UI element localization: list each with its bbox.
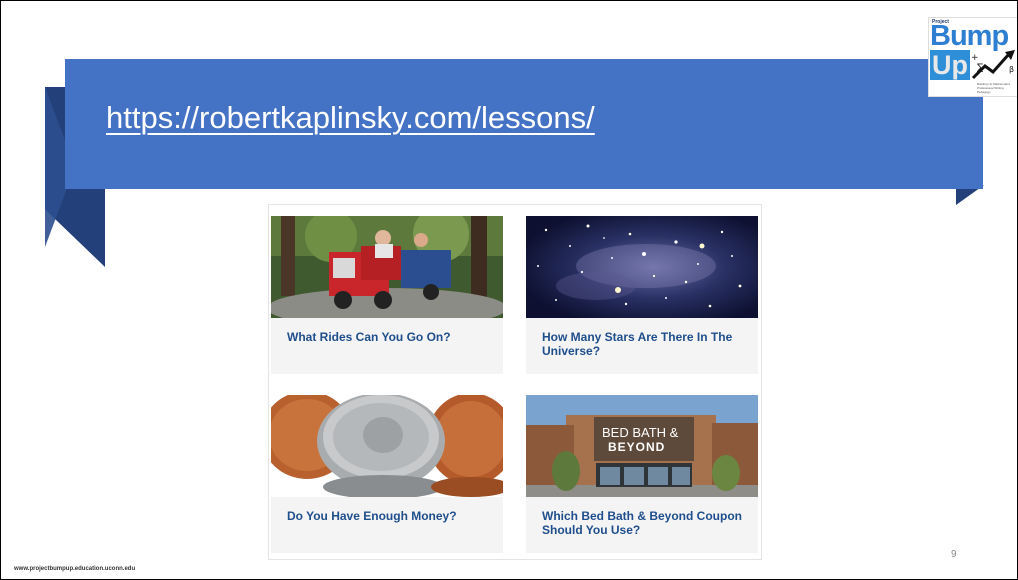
lesson-card-rides[interactable]: What Rides Can You Go On? <box>271 216 503 374</box>
svg-text:β: β <box>1009 65 1014 74</box>
slide: https://robertkaplinsky.com/lessons/ Bum… <box>0 0 1018 580</box>
star-field-photo <box>526 216 758 318</box>
footer-website: www.projectbumpup.education.uconn.edu <box>14 566 136 572</box>
lesson-card-stars[interactable]: How Many Stars Are There In The Universe… <box>526 216 758 374</box>
lessons-url-link[interactable]: https://robertkaplinsky.com/lessons/ <box>106 100 595 136</box>
logo-project-text: Project <box>932 19 949 25</box>
slide-page-number: 9 <box>951 549 957 560</box>
logo-growth-arrow-icon: + ∑ β <box>971 50 1015 80</box>
store-sign-line1: BED BATH & <box>602 425 679 440</box>
logo-word-up: Up <box>930 50 970 80</box>
bed-bath-beyond-store-photo: BED BATH & BEYOND <box>526 395 758 497</box>
svg-text:+: + <box>971 53 979 63</box>
lesson-title: How Many Stars Are There In The Universe… <box>542 330 733 358</box>
coins-photo <box>271 395 503 497</box>
lesson-card-money[interactable]: Do You Have Enough Money? <box>271 395 503 553</box>
store-sign-line2: BEYOND <box>608 440 666 454</box>
lesson-title: Which Bed Bath & Beyond Coupon Should Yo… <box>542 509 742 537</box>
project-bump-up-logo: Bump Project Up + ∑ β Building Up Mathem… <box>928 17 1017 97</box>
lesson-card-coupon[interactable]: BED BATH & BEYOND Which Bed Bath & Beyon… <box>526 395 758 553</box>
go-kart-ride-photo <box>271 216 503 318</box>
title-banner: https://robertkaplinsky.com/lessons/ <box>65 59 983 189</box>
lesson-title: Do You Have Enough Money? <box>287 509 457 523</box>
lesson-title: What Rides Can You Go On? <box>287 330 451 344</box>
logo-tagline: Building Up Mathematics Professional Wri… <box>977 82 1011 94</box>
lessons-grid: What Rides Can You Go On? How Many Stars… <box>268 204 762 560</box>
